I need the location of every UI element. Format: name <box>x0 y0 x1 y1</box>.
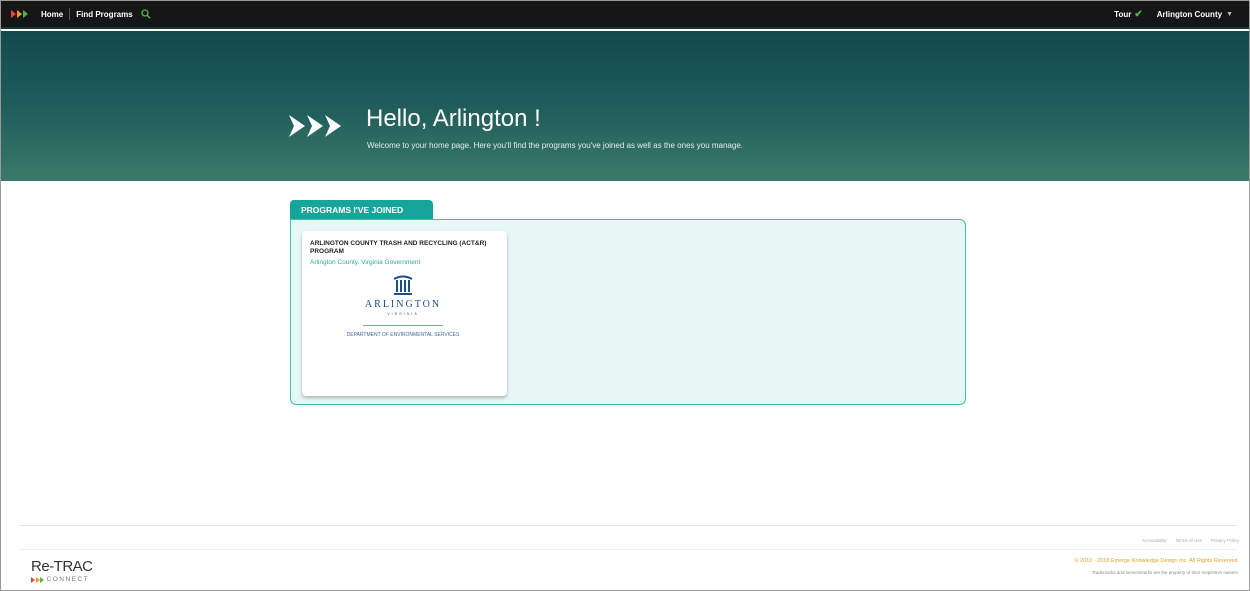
program-title: ARLINGTON COUNTY TRASH AND RECYCLING (AC… <box>310 240 487 256</box>
nav-find-programs-link[interactable]: Find Programs <box>70 10 138 19</box>
retrac-chevrons-logo[interactable] <box>11 10 29 18</box>
footer-links: Accessibility Terms of Use Privacy Polic… <box>1142 538 1239 543</box>
program-card[interactable]: ARLINGTON COUNTY TRASH AND RECYCLING (AC… <box>302 231 507 396</box>
hero-title: Hello, Arlington ! <box>366 105 541 132</box>
copyright-text: © 2010 - 2018 Emerge Knowledge Design In… <box>1074 558 1239 564</box>
footer-link-terms[interactable]: Terms of Use <box>1175 538 1202 543</box>
tour-button[interactable]: Tour ✔ <box>1114 9 1143 20</box>
hero-chevrons-icon <box>289 115 343 137</box>
footer-link-accessibility[interactable]: Accessibility <box>1142 538 1167 543</box>
arlington-department: DEPARTMENT OF ENVIRONMENTAL SERVICES <box>346 332 460 338</box>
arlington-state: VIRGINIA <box>387 312 419 316</box>
app-window: Home Find Programs Tour ✔ Arlington Coun… <box>0 0 1250 591</box>
tab-programs-joined[interactable]: PROGRAMS I'VE JOINED <box>290 200 433 219</box>
tour-label: Tour <box>1114 9 1132 19</box>
retrac-connect-logo[interactable]: Re-TRAC CONNECT <box>31 558 93 583</box>
footer-divider-2 <box>19 549 1237 550</box>
search-icon[interactable] <box>141 9 151 19</box>
retrac-connect-label: CONNECT <box>46 576 90 583</box>
trademark-text: Trademarks and servicemarks are the prop… <box>1091 570 1239 575</box>
program-organization: Arlington County, Virginia Government <box>310 259 421 266</box>
nav-home-link[interactable]: Home <box>35 10 69 19</box>
hero-banner: Hello, Arlington ! Welcome to your home … <box>1 31 1249 181</box>
top-nav-bar: Home Find Programs Tour ✔ Arlington Coun… <box>1 1 1249 29</box>
programs-panel: ARLINGTON COUNTY TRASH AND RECYCLING (AC… <box>290 219 966 405</box>
hero-subtitle: Welcome to your home page. Here you'll f… <box>367 141 744 150</box>
arlington-emblem-icon <box>393 275 413 295</box>
check-icon: ✔ <box>1134 8 1143 20</box>
topbar-right-group: Tour ✔ Arlington County ▼ <box>1114 9 1233 20</box>
retrac-brand-sub: CONNECT <box>31 576 93 583</box>
arlington-wordmark: ARLINGTON <box>364 299 442 310</box>
footer-divider <box>19 525 1237 526</box>
arlington-logo: ARLINGTON VIRGINIA DEPARTMENT OF ENVIRON… <box>343 275 463 370</box>
logo-divider <box>363 325 443 326</box>
retrac-brand-name: Re-TRAC <box>31 558 93 575</box>
footer-link-privacy[interactable]: Privacy Policy <box>1211 538 1239 543</box>
account-menu[interactable]: Arlington County ▼ <box>1157 10 1233 19</box>
account-name: Arlington County <box>1156 9 1223 19</box>
caret-down-icon: ▼ <box>1226 10 1233 18</box>
